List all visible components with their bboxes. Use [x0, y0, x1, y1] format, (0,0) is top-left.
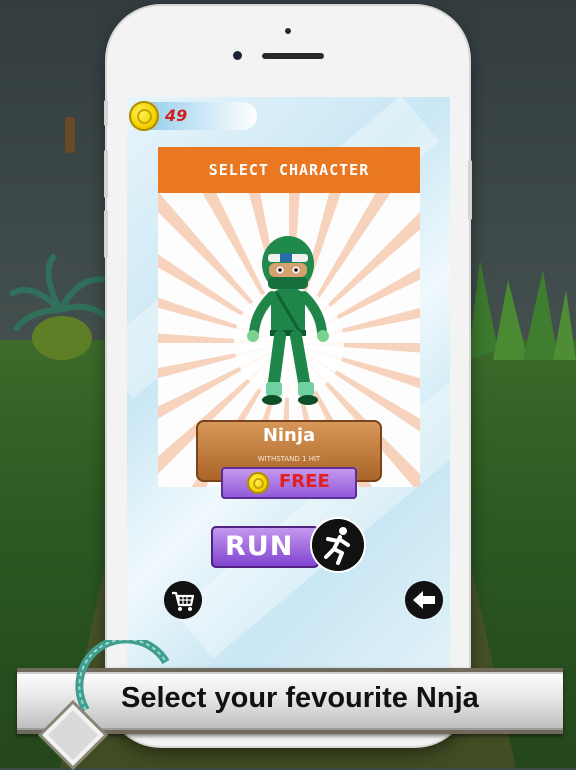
ninja-character[interactable] [238, 232, 338, 412]
front-camera [233, 51, 242, 60]
decorative-diamond [38, 700, 108, 770]
arrow-left-icon[interactable] [405, 581, 443, 619]
shopping-cart-icon[interactable] [164, 581, 202, 619]
run-button[interactable]: RUN [211, 526, 319, 568]
wooden-post [65, 117, 75, 153]
running-man-icon[interactable] [312, 519, 364, 571]
green-rocks [468, 260, 576, 360]
price-label: FREE [279, 471, 330, 492]
character-ability: WITHSTAND 1 HIT [257, 455, 321, 463]
side-button [104, 150, 108, 198]
run-label: RUN [225, 531, 294, 562]
coin-counter: 49 [129, 101, 257, 131]
character-name: Ninja [262, 425, 316, 446]
coin-count: 49 [165, 106, 188, 125]
game-screen: 49 SELECT CHARACTER Ninja WITHSTAND 1 HI… [127, 97, 450, 675]
palm-bush [10, 252, 110, 360]
panel-title: SELECT CHARACTER [158, 147, 420, 193]
side-button [468, 160, 472, 220]
price-button[interactable]: FREE [221, 467, 357, 499]
coin-icon [129, 101, 159, 131]
side-button [104, 210, 108, 258]
side-button [104, 100, 108, 126]
coin-icon [247, 472, 269, 494]
earpiece-speaker [262, 53, 324, 59]
sensor-dot [285, 28, 291, 34]
